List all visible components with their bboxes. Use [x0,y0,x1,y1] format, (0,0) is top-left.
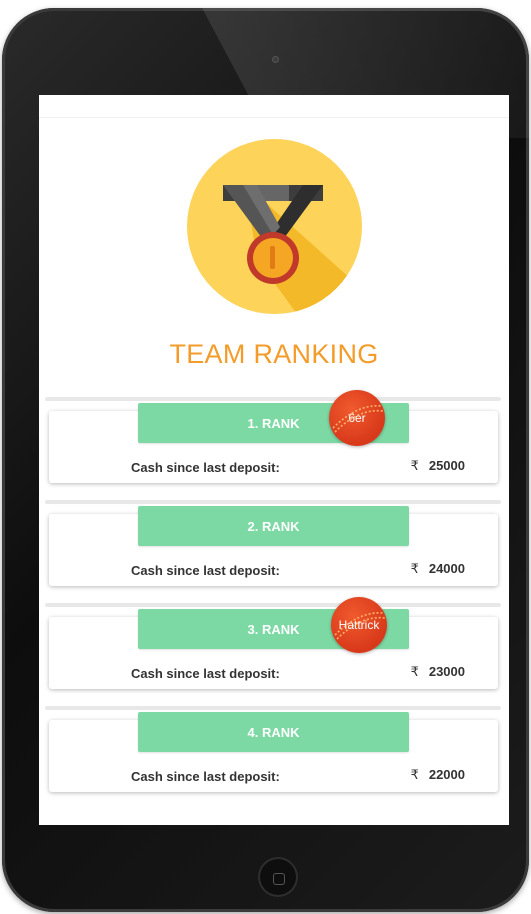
ranking-list: 1. RANK Cash since last deposit: ₹25000 … [39,390,509,807]
divider [45,397,501,401]
cash-amount: ₹24000 [411,561,465,577]
achievement-badge: Hattrick [331,597,387,653]
rupee-icon: ₹ [410,458,419,473]
rank-item: 2. RANK Cash since last deposit: ₹24000 [39,498,509,601]
amount-value: 22000 [428,767,465,782]
cash-amount: ₹25000 [411,458,465,474]
divider [45,706,501,710]
rank-label: 3. RANK [247,621,300,637]
rank-item: 3. RANK Cash since last deposit: ₹23000 … [39,597,509,704]
cash-label: Cash since last deposit: [131,563,280,578]
rank-header: 2. RANK [138,506,409,546]
divider [45,603,501,607]
front-camera [273,57,278,62]
home-button-icon [273,873,285,885]
rupee-icon: ₹ [410,664,419,679]
badge-label: 6er [348,411,366,425]
cash-amount: ₹23000 [411,664,465,680]
rank-label: 1. RANK [247,415,300,431]
medal-icon [187,139,362,314]
cash-label: Cash since last deposit: [131,769,280,784]
page-title: TEAM RANKING [169,339,379,369]
divider [45,500,501,504]
amount-value: 23000 [428,664,465,679]
top-strip [39,95,509,118]
cash-amount: ₹22000 [411,767,465,783]
amount-value: 25000 [428,458,465,473]
app-screen: TEAM RANKING 1. RANK Cash since last dep… [39,95,509,825]
rank-header: 4. RANK [138,712,409,752]
achievement-badge: 6er [329,390,385,446]
rank-item: 1. RANK Cash since last deposit: ₹25000 … [39,390,509,498]
rank-item: 4. RANK Cash since last deposit: ₹22000 [39,704,509,807]
rank-label: 2. RANK [247,518,300,534]
rupee-icon: ₹ [410,561,419,576]
rupee-icon: ₹ [410,767,419,782]
badge-label: Hattrick [338,618,380,632]
amount-value: 24000 [428,561,465,576]
medal-illustration [223,184,362,314]
rank-label: 4. RANK [247,724,300,740]
cash-label: Cash since last deposit: [131,666,280,681]
cash-label: Cash since last deposit: [131,460,280,475]
